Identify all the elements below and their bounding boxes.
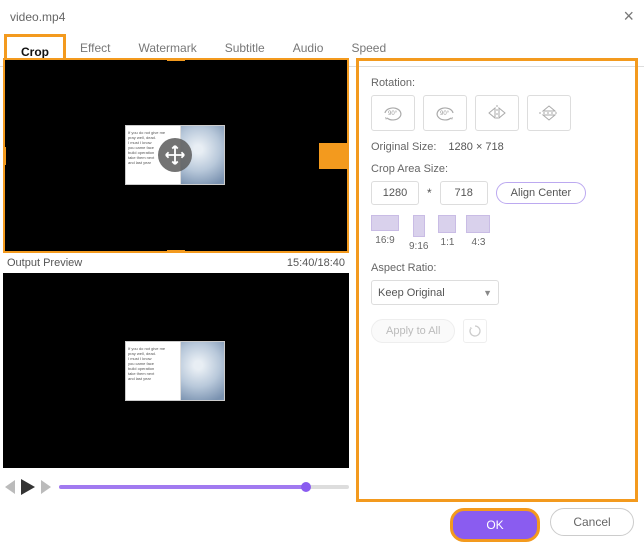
aspect-ratio-label: Aspect Ratio: (371, 262, 623, 274)
align-center-button[interactable]: Align Center (496, 182, 587, 204)
output-preview: If you do not give mepray well, dead.I m… (3, 273, 349, 468)
original-size-value: 1280 × 718 (448, 141, 503, 153)
time-display: 15:40/18:40 (287, 257, 345, 269)
seek-thumb[interactable] (301, 482, 311, 492)
crop-area-size-label: Crop Area Size: (371, 163, 623, 175)
preview-info-row: Output Preview 15:40/18:40 (3, 253, 349, 273)
crop-area-row: * Align Center (371, 181, 623, 205)
close-icon[interactable]: × (623, 6, 634, 27)
rotate-ccw-button[interactable]: 90° (423, 95, 467, 131)
footer-buttons: OK Cancel (450, 508, 634, 542)
apply-to-all-button[interactable]: Apply to All (371, 319, 455, 343)
move-icon[interactable] (158, 138, 192, 172)
file-title: video.mp4 (10, 10, 65, 24)
ar-thumb-icon (413, 215, 425, 237)
original-size-row: Original Size: 1280 × 718 (371, 141, 623, 153)
rotation-label: Rotation: (371, 77, 623, 89)
video-frame[interactable]: If you do not give mepray well, dead.I m… (125, 125, 225, 185)
ok-button[interactable]: OK (450, 508, 540, 542)
svg-text:90°: 90° (440, 111, 450, 117)
crop-preview[interactable]: If you do not give mepray well, dead.I m… (3, 58, 349, 253)
apply-row: Apply to All (371, 319, 623, 343)
crop-handle-right[interactable] (319, 143, 349, 169)
reset-button[interactable] (463, 319, 487, 343)
crop-width-input[interactable] (371, 181, 419, 205)
crop-height-input[interactable] (440, 181, 488, 205)
chevron-down-icon: ▼ (483, 288, 492, 298)
aspect-select-value: Keep Original (378, 287, 445, 299)
prev-icon[interactable] (3, 480, 15, 494)
crop-handle-left[interactable] (3, 147, 6, 165)
play-icon[interactable] (21, 479, 35, 495)
next-icon[interactable] (41, 480, 53, 494)
aspect-ratio-presets: 16:9 9:16 1:1 4:3 (371, 215, 623, 252)
flip-horizontal-button[interactable] (475, 95, 519, 131)
aspect-16-9[interactable]: 16:9 (371, 215, 399, 252)
flip-vertical-button[interactable] (527, 95, 571, 131)
output-video-frame: If you do not give mepray well, dead.I m… (125, 341, 225, 401)
output-preview-label: Output Preview (7, 257, 82, 269)
ar-thumb-icon (466, 215, 490, 233)
crop-handle-top[interactable] (167, 58, 185, 61)
frame-text-overlay: If you do not give mepray well, dead.I m… (126, 342, 180, 400)
main-area: If you do not give mepray well, dead.I m… (0, 58, 644, 502)
aspect-9-16[interactable]: 9:16 (409, 215, 428, 252)
aspect-1-1[interactable]: 1:1 (438, 215, 456, 252)
playback-controls (3, 472, 349, 502)
svg-text:90°: 90° (388, 111, 398, 117)
rotation-row: 90° 90° (371, 95, 623, 131)
crop-settings-panel: Rotation: 90° 90° Original Size: 1280 × … (356, 58, 638, 502)
cancel-button[interactable]: Cancel (550, 508, 634, 536)
multiply-symbol: * (427, 186, 432, 200)
left-panel: If you do not give mepray well, dead.I m… (3, 58, 349, 458)
ar-thumb-icon (438, 215, 456, 233)
aspect-4-3[interactable]: 4:3 (466, 215, 490, 252)
frame-globe (180, 342, 224, 400)
seek-slider[interactable] (59, 485, 349, 489)
ar-thumb-icon (371, 215, 399, 231)
original-size-label: Original Size: (371, 141, 436, 153)
window-header: video.mp4 × (0, 0, 644, 33)
aspect-ratio-select[interactable]: Keep Original ▼ (371, 280, 499, 305)
rotate-cw-button[interactable]: 90° (371, 95, 415, 131)
crop-handle-bottom[interactable] (167, 250, 185, 253)
